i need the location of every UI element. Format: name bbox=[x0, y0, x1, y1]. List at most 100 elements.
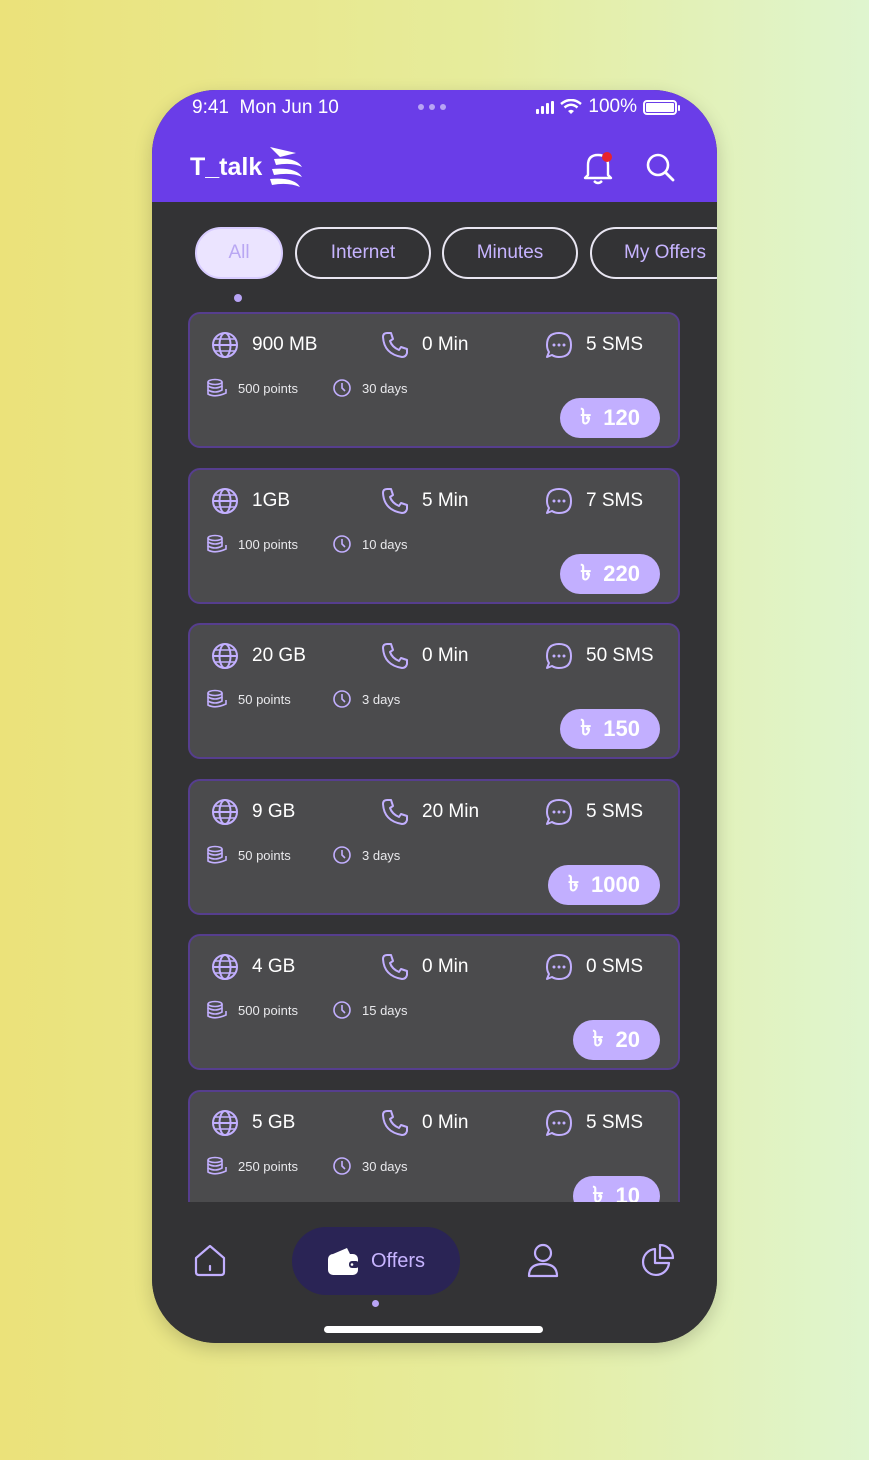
offer-minutes: 0 Min bbox=[380, 952, 468, 982]
offer-minutes-value: 0 Min bbox=[422, 956, 469, 977]
home-icon bbox=[194, 1244, 226, 1277]
offer-sms-value: 7 SMS bbox=[586, 490, 644, 511]
offer-validity: 30 days bbox=[332, 378, 408, 398]
coins-icon bbox=[207, 378, 227, 397]
filter-chip-internet[interactable]: Internet bbox=[295, 227, 431, 279]
price-value: 20 bbox=[615, 1027, 640, 1052]
active-filter-indicator bbox=[234, 294, 242, 302]
tab-profile[interactable] bbox=[526, 1242, 560, 1283]
home-indicator[interactable] bbox=[324, 1326, 543, 1333]
offer-sms: 0 SMS bbox=[544, 952, 643, 982]
price-value: 220 bbox=[603, 561, 640, 586]
chat-bubble-icon bbox=[546, 799, 572, 825]
offer-sms: 5 SMS bbox=[544, 797, 643, 827]
offer-card[interactable]: 1GB 5 Min 7 SMS 100 points 10 days ৳ 220 bbox=[188, 468, 680, 604]
clock-icon bbox=[333, 1001, 351, 1019]
price-button[interactable]: ৳ 150 bbox=[560, 709, 660, 749]
offer-minutes: 0 Min bbox=[380, 330, 468, 360]
price-button[interactable]: ৳ 1000 bbox=[548, 865, 660, 905]
offer-sms: 50 SMS bbox=[544, 641, 654, 671]
bottom-tab-bar: Offers bbox=[152, 1202, 717, 1343]
coins-icon bbox=[207, 1000, 227, 1019]
offer-card[interactable]: 5 GB 0 Min 5 SMS 250 points 30 days ৳ 10 bbox=[188, 1090, 680, 1202]
offer-minutes: 5 Min bbox=[380, 486, 468, 516]
globe-icon bbox=[212, 799, 238, 825]
status-time-text: 9:41 bbox=[192, 97, 229, 118]
offer-minutes-value: 0 Min bbox=[422, 334, 469, 355]
notification-button[interactable] bbox=[580, 148, 616, 191]
offer-sms-value: 5 SMS bbox=[586, 801, 644, 822]
coins-icon bbox=[207, 534, 227, 553]
price-button[interactable]: ৳ 220 bbox=[560, 554, 660, 594]
price-value: 120 bbox=[603, 405, 640, 430]
currency-symbol: ৳ bbox=[592, 1181, 604, 1203]
globe-icon bbox=[212, 332, 238, 358]
offer-points-value: 500 points bbox=[238, 380, 298, 396]
price-value: 1000 bbox=[591, 872, 640, 897]
offer-validity-value: 30 days bbox=[362, 1158, 408, 1174]
offer-minutes-value: 20 Min bbox=[422, 801, 480, 822]
offers-list[interactable]: 900 MB 0 Min 5 SMS 500 points 30 days ৳ … bbox=[188, 312, 682, 1202]
filter-chip-my-offers[interactable]: My Offers bbox=[590, 227, 717, 279]
globe-icon bbox=[212, 488, 238, 514]
offer-card[interactable]: 4 GB 0 Min 0 SMS 500 points 15 days ৳ 20 bbox=[188, 934, 680, 1070]
clock-icon bbox=[333, 379, 351, 397]
currency-symbol: ৳ bbox=[568, 870, 580, 896]
offer-card[interactable]: 20 GB 0 Min 50 SMS 50 points 3 days ৳ 15… bbox=[188, 623, 680, 759]
offer-points: 250 points bbox=[206, 1156, 298, 1176]
clock-icon bbox=[333, 1157, 351, 1175]
price-value: 150 bbox=[603, 716, 640, 741]
offer-points: 50 points bbox=[206, 845, 291, 865]
offer-validity: 3 days bbox=[332, 845, 400, 865]
offer-minutes: 0 Min bbox=[380, 641, 468, 671]
filter-chip-minutes[interactable]: Minutes bbox=[442, 227, 578, 279]
tab-home[interactable] bbox=[192, 1242, 228, 1283]
notification-dot bbox=[602, 152, 612, 162]
offer-minutes-value: 5 Min bbox=[422, 490, 469, 511]
phone-icon bbox=[382, 643, 408, 669]
coins-icon bbox=[207, 689, 227, 708]
offer-card[interactable]: 9 GB 20 Min 5 SMS 50 points 3 days ৳ 100… bbox=[188, 779, 680, 915]
chat-bubble-icon bbox=[546, 332, 572, 358]
clock-icon bbox=[333, 846, 351, 864]
pie-chart-icon bbox=[642, 1243, 675, 1276]
chat-bubble-icon bbox=[546, 488, 572, 514]
price-button[interactable]: ৳ 120 bbox=[560, 398, 660, 438]
status-time: 9:41 Mon Jun 10 bbox=[192, 97, 339, 119]
offer-data-value: 4 GB bbox=[252, 956, 296, 977]
price-value: 10 bbox=[615, 1183, 640, 1202]
offer-validity: 10 days bbox=[332, 534, 408, 554]
status-date-text: Mon Jun 10 bbox=[239, 97, 339, 118]
offer-points-value: 50 points bbox=[238, 847, 291, 863]
offer-data: 5 GB bbox=[210, 1108, 295, 1138]
filter-chip-all[interactable]: All bbox=[195, 227, 283, 279]
tab-stats[interactable] bbox=[640, 1242, 676, 1283]
offer-points-value: 250 points bbox=[238, 1158, 298, 1174]
offer-minutes-value: 0 Min bbox=[422, 1112, 469, 1133]
offer-validity: 15 days bbox=[332, 1000, 408, 1020]
active-tab-indicator bbox=[372, 1300, 379, 1307]
chat-bubble-icon bbox=[546, 1110, 572, 1136]
offer-points-value: 50 points bbox=[238, 691, 291, 707]
offer-points-value: 100 points bbox=[238, 536, 298, 552]
offer-validity: 3 days bbox=[332, 689, 400, 709]
offer-sms-value: 5 SMS bbox=[586, 1112, 644, 1133]
price-button[interactable]: ৳ 10 bbox=[572, 1176, 660, 1203]
currency-symbol: ৳ bbox=[592, 1025, 604, 1051]
offer-data-value: 9 GB bbox=[252, 801, 296, 822]
offer-card[interactable]: 900 MB 0 Min 5 SMS 500 points 30 days ৳ … bbox=[188, 312, 680, 448]
tab-offers[interactable]: Offers bbox=[292, 1227, 460, 1295]
price-button[interactable]: ৳ 20 bbox=[572, 1020, 660, 1060]
offer-data: 20 GB bbox=[210, 641, 306, 671]
search-button[interactable] bbox=[643, 150, 679, 191]
offer-sms: 5 SMS bbox=[544, 1108, 643, 1138]
offer-sms: 5 SMS bbox=[544, 330, 643, 360]
brand-logo: T_talk bbox=[190, 145, 304, 189]
globe-icon bbox=[212, 1110, 238, 1136]
user-icon bbox=[527, 1243, 559, 1278]
offer-validity-value: 10 days bbox=[362, 536, 408, 552]
globe-icon bbox=[212, 954, 238, 980]
offer-data-value: 900 MB bbox=[252, 334, 318, 355]
brand-name: T_talk bbox=[190, 152, 263, 181]
wifi-icon bbox=[560, 99, 583, 114]
